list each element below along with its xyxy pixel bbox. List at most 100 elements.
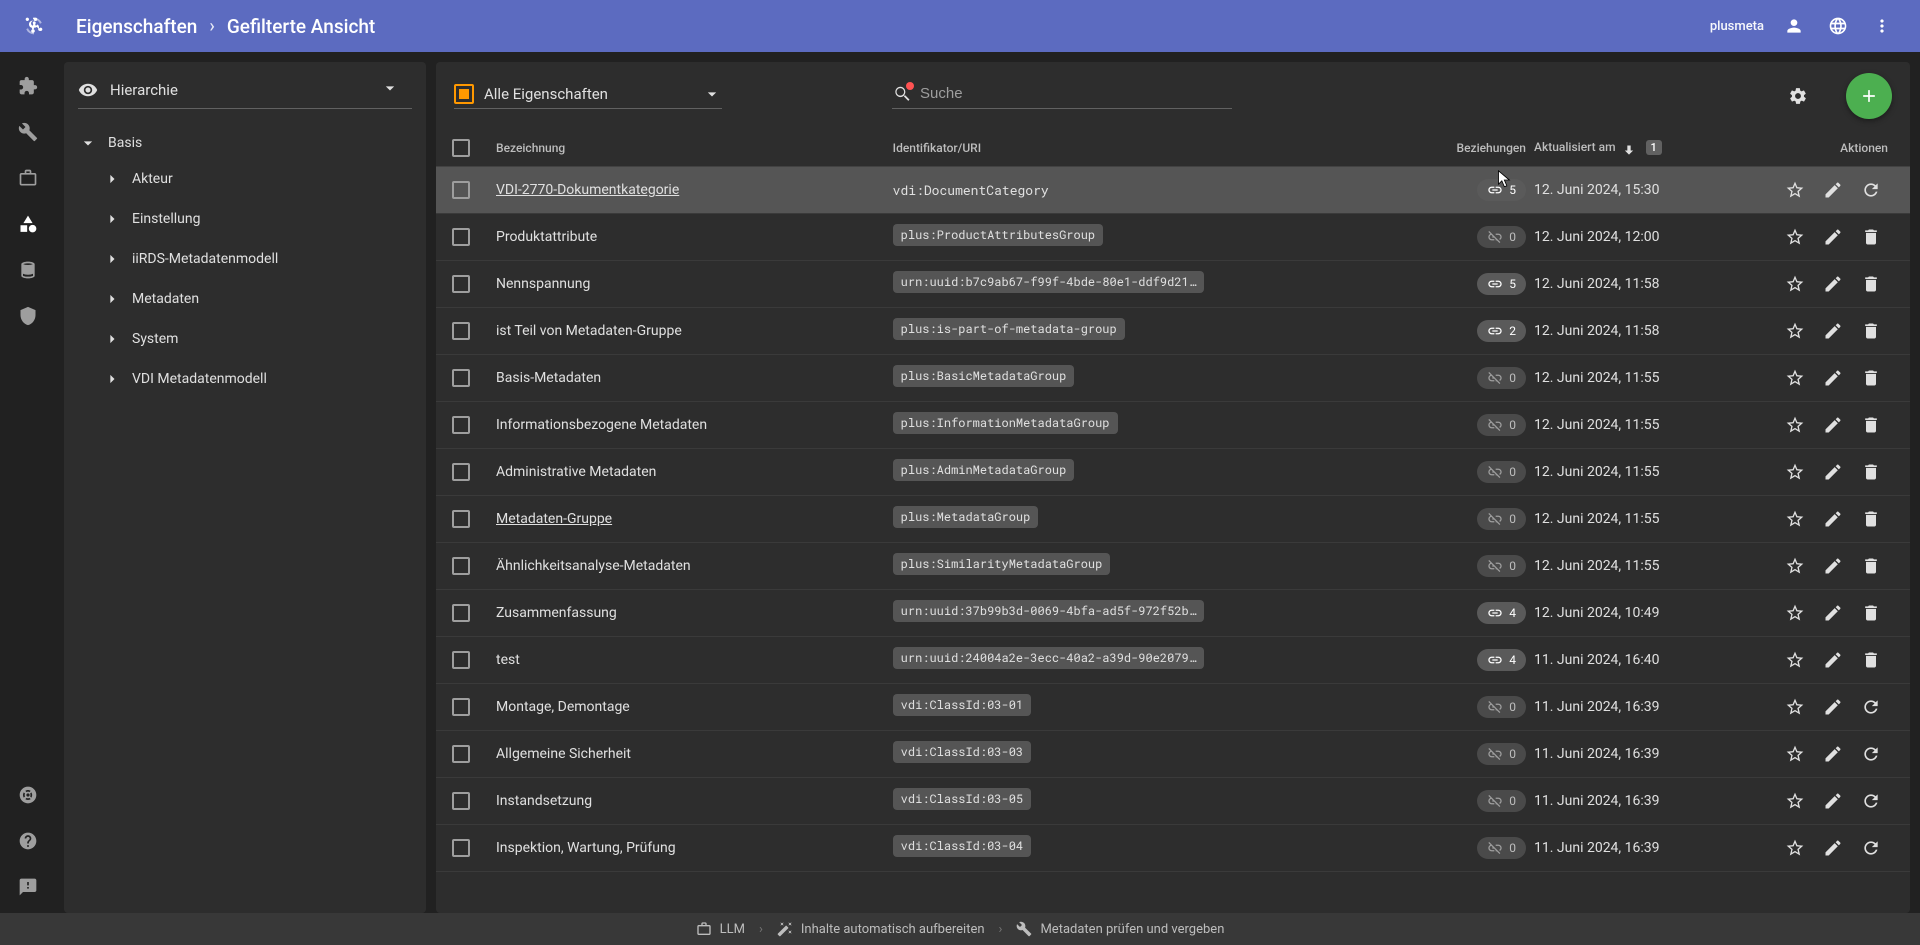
table-row[interactable]: Basis-Metadatenplus:BasicMetadataGroup01…	[436, 355, 1910, 402]
relation-chip[interactable]: 4	[1477, 602, 1526, 624]
row-checkbox[interactable]	[452, 604, 470, 622]
search-field[interactable]	[892, 84, 1232, 109]
relation-chip[interactable]: 0	[1477, 790, 1526, 812]
col-identifikator[interactable]: Identifikator/URI	[893, 141, 1414, 155]
relation-chip[interactable]: 0	[1477, 414, 1526, 436]
edit-button[interactable]	[1816, 408, 1850, 442]
row-checkbox[interactable]	[452, 792, 470, 810]
nav-briefcase[interactable]	[8, 158, 48, 198]
favorite-button[interactable]	[1778, 502, 1812, 536]
delete-button[interactable]	[1854, 643, 1888, 677]
delete-button[interactable]	[1854, 455, 1888, 489]
select-all-checkbox[interactable]	[452, 139, 470, 157]
table-row[interactable]: Produktattributeplus:ProductAttributesGr…	[436, 214, 1910, 261]
favorite-button[interactable]	[1778, 455, 1812, 489]
relation-chip[interactable]: 0	[1477, 508, 1526, 530]
favorite-button[interactable]	[1778, 831, 1812, 865]
tree-item[interactable]: Metadaten	[78, 279, 412, 319]
view-mode-select[interactable]: Hierarchie	[78, 78, 412, 109]
table-row[interactable]: Montage, Demontagevdi:ClassId:03-01011. …	[436, 684, 1910, 731]
row-checkbox[interactable]	[452, 557, 470, 575]
col-aktualisiert[interactable]: Aktualisiert am 1	[1534, 138, 1734, 158]
table-row[interactable]: Metadaten-Gruppeplus:MetadataGroup012. J…	[436, 496, 1910, 543]
table-row[interactable]: testurn:uuid:24004a2e-3ecc-40a2-a39d-90e…	[436, 637, 1910, 684]
nav-data[interactable]	[8, 250, 48, 290]
language-icon[interactable]	[1816, 16, 1860, 36]
tree-item[interactable]: Akteur	[78, 159, 412, 199]
delete-button[interactable]	[1854, 408, 1888, 442]
row-checkbox[interactable]	[452, 698, 470, 716]
favorite-button[interactable]	[1778, 314, 1812, 348]
tree-item[interactable]: VDI Metadatenmodell	[78, 359, 412, 399]
add-button[interactable]	[1846, 73, 1892, 119]
edit-button[interactable]	[1816, 314, 1850, 348]
settings-button[interactable]	[1778, 76, 1818, 116]
row-checkbox[interactable]	[452, 510, 470, 528]
breadcrumb-root[interactable]: Eigenschaften	[76, 15, 197, 38]
delete-button[interactable]	[1854, 596, 1888, 630]
relation-chip[interactable]: 2	[1477, 320, 1526, 342]
tree-root[interactable]: Basis	[78, 127, 412, 159]
favorite-button[interactable]	[1778, 408, 1812, 442]
table-row[interactable]: ist Teil von Metadaten-Gruppeplus:is-par…	[436, 308, 1910, 355]
nav-properties[interactable]	[8, 204, 48, 244]
nav-security[interactable]	[8, 296, 48, 336]
relation-chip[interactable]: 0	[1477, 555, 1526, 577]
tree-item[interactable]: System	[78, 319, 412, 359]
row-checkbox[interactable]	[452, 745, 470, 763]
menu-icon[interactable]	[1860, 16, 1904, 36]
filter-select[interactable]: Alle Eigenschaften	[454, 84, 722, 109]
delete-button[interactable]	[1854, 549, 1888, 583]
favorite-button[interactable]	[1778, 173, 1812, 207]
relation-chip[interactable]: 0	[1477, 226, 1526, 248]
favorite-button[interactable]	[1778, 549, 1812, 583]
nav-plugins[interactable]	[8, 66, 48, 106]
refresh-button[interactable]	[1854, 690, 1888, 724]
table-row[interactable]: Ähnlichkeitsanalyse-Metadatenplus:Simila…	[436, 543, 1910, 590]
relation-chip[interactable]: 4	[1477, 649, 1526, 671]
table-row[interactable]: Allgemeine Sicherheitvdi:ClassId:03-0301…	[436, 731, 1910, 778]
nav-feedback[interactable]	[8, 867, 48, 907]
row-checkbox[interactable]	[452, 228, 470, 246]
refresh-button[interactable]	[1854, 173, 1888, 207]
delete-button[interactable]	[1854, 502, 1888, 536]
tree-item[interactable]: Einstellung	[78, 199, 412, 239]
row-checkbox[interactable]	[452, 416, 470, 434]
edit-button[interactable]	[1816, 690, 1850, 724]
tree-item[interactable]: iiRDS-Metadatenmodell	[78, 239, 412, 279]
row-title[interactable]: VDI-2770-Dokumentkategorie	[496, 182, 679, 198]
row-checkbox[interactable]	[452, 275, 470, 293]
favorite-button[interactable]	[1778, 737, 1812, 771]
row-checkbox[interactable]	[452, 369, 470, 387]
edit-button[interactable]	[1816, 784, 1850, 818]
edit-button[interactable]	[1816, 643, 1850, 677]
refresh-button[interactable]	[1854, 737, 1888, 771]
edit-button[interactable]	[1816, 455, 1850, 489]
search-input[interactable]	[920, 85, 1232, 102]
relation-chip[interactable]: 0	[1477, 461, 1526, 483]
delete-button[interactable]	[1854, 314, 1888, 348]
delete-button[interactable]	[1854, 361, 1888, 395]
edit-button[interactable]	[1816, 267, 1850, 301]
nav-support[interactable]	[8, 775, 48, 815]
table-row[interactable]: Administrative Metadatenplus:AdminMetada…	[436, 449, 1910, 496]
table-row[interactable]: Zusammenfassungurn:uuid:37b99b3d-0069-4b…	[436, 590, 1910, 637]
table-row[interactable]: Instandsetzungvdi:ClassId:03-05011. Juni…	[436, 778, 1910, 825]
relation-chip[interactable]: 0	[1477, 743, 1526, 765]
app-logo[interactable]	[16, 8, 52, 44]
relation-chip[interactable]: 0	[1477, 696, 1526, 718]
edit-button[interactable]	[1816, 737, 1850, 771]
delete-button[interactable]	[1854, 267, 1888, 301]
row-checkbox[interactable]	[452, 463, 470, 481]
edit-button[interactable]	[1816, 596, 1850, 630]
edit-button[interactable]	[1816, 549, 1850, 583]
relation-chip[interactable]: 5	[1477, 179, 1526, 201]
relation-chip[interactable]: 0	[1477, 367, 1526, 389]
favorite-button[interactable]	[1778, 784, 1812, 818]
favorite-button[interactable]	[1778, 220, 1812, 254]
row-checkbox[interactable]	[452, 181, 470, 199]
table-row[interactable]: VDI-2770-Dokumentkategorievdi:DocumentCa…	[436, 167, 1910, 214]
table-row[interactable]: Nennspannungurn:uuid:b7c9ab67-f99f-4bde-…	[436, 261, 1910, 308]
favorite-button[interactable]	[1778, 596, 1812, 630]
nav-help[interactable]	[8, 821, 48, 861]
